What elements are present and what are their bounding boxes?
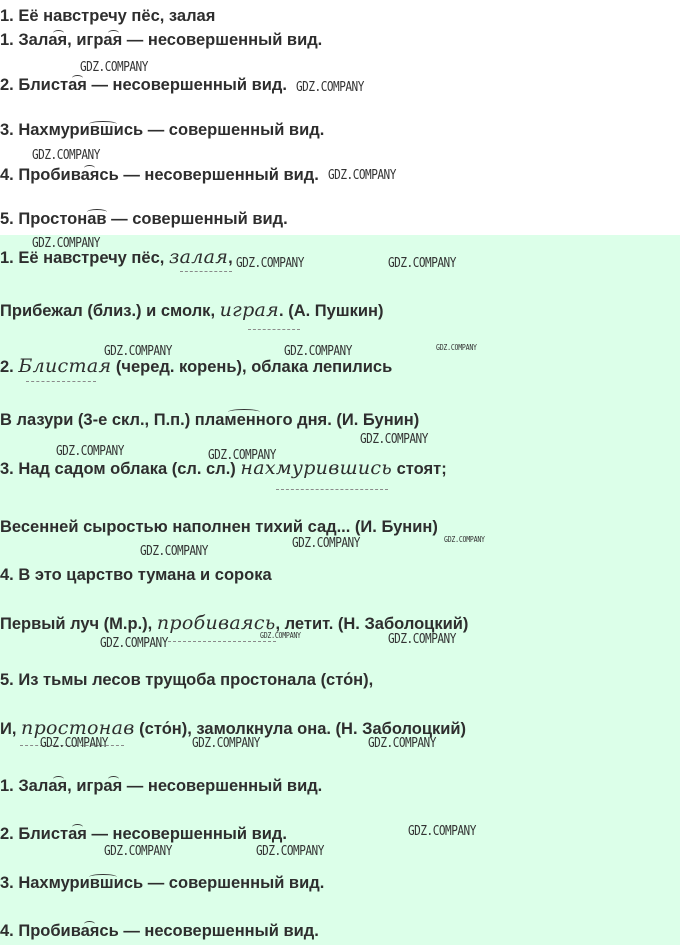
bottom-analysis-panel: 1. Её навстречу пёс, залая, Прибежал (бл… (0, 235, 680, 945)
watermark: GDZ.COMPANY (408, 823, 476, 839)
watermark: GDZ.COMPANY (444, 535, 485, 544)
watermark: GDZ.COMPANY (140, 543, 208, 559)
watermark: GDZ.COMPANY (56, 443, 124, 459)
watermark: GDZ.COMPANY (388, 631, 456, 647)
poem-line-4: В лазури (3-е скл., П.п.) пламенного дня… (0, 411, 420, 429)
top-answer-panel: 1. Её навстречу пёс, залая 1. Залая, игр… (0, 0, 680, 235)
gerund-word: пробиваясь (156, 612, 276, 634)
suffix-arc (84, 921, 95, 927)
poem-line-9: 5. Из тьмы лесов трущоба простонала (сто… (0, 671, 374, 689)
answer-line-5: 5. Простонав — совершенный вид. (0, 210, 288, 228)
watermark: GDZ.COMPANY (296, 79, 364, 95)
text-segment: , (228, 249, 233, 267)
text-segment: Прибежал (близ.) и смолк, (0, 302, 216, 320)
cropped-heading-line: 1. Её навстречу пёс, залая (0, 6, 215, 26)
answer-line-repeat-2: 2. Блистая — несовершенный вид. (0, 825, 287, 843)
answer-line-3: 3. Нахмурившись — совершенный вид. (0, 121, 325, 139)
watermark: GDZ.COMPANY (208, 447, 276, 463)
suffix-arc (228, 409, 260, 415)
underline-dash (276, 489, 388, 490)
watermark: GDZ.COMPANY (368, 735, 436, 751)
watermark: GDZ.COMPANY (104, 343, 172, 359)
underline-dash (168, 641, 276, 642)
watermark: GDZ.COMPANY (256, 843, 324, 859)
watermark: GDZ.COMPANY (236, 255, 304, 271)
text-segment: 3. Над садом облака (сл. сл.) (0, 460, 236, 478)
underline-dash (180, 271, 232, 272)
poem-line-3: 2. Блистая (черед. корень), облака лепил… (0, 356, 392, 377)
underline-dash (26, 381, 96, 382)
text-segment: . (А. Пушкин) (279, 302, 384, 320)
watermark: GDZ.COMPANY (360, 431, 428, 447)
suffix-arc (53, 776, 64, 782)
watermark: GDZ.COMPANY (100, 635, 168, 651)
suffix-arc (108, 776, 119, 782)
answer-line-repeat-4: 4. Пробиваясь — несовершенный вид. (0, 922, 319, 940)
watermark: GDZ.COMPANY (32, 147, 100, 163)
suffix-arc (108, 30, 119, 36)
cropped-heading-text: 1. Её навстречу пёс, залая (0, 7, 216, 25)
suffix-arc (89, 121, 117, 127)
watermark: GDZ.COMPANY (260, 631, 301, 640)
text-segment: стоят; (392, 460, 447, 478)
watermark: GDZ.COMPANY (80, 59, 148, 75)
suffix-arc (89, 874, 117, 880)
suffix-arc (84, 165, 95, 171)
text-segment: 1. Её навстречу пёс, (0, 249, 165, 267)
underline-dash (248, 329, 300, 330)
text-segment: Первый луч (М.р.), (0, 615, 153, 633)
text-segment: 2. (0, 358, 14, 376)
answer-line-2: 2. Блистая — несовершенный вид. (0, 76, 287, 94)
watermark: GDZ.COMPANY (284, 343, 352, 359)
watermark: GDZ.COMPANY (104, 843, 172, 859)
poem-line-2: Прибежал (близ.) и смолк, играя. (А. Пуш… (0, 300, 383, 321)
suffix-arc (72, 824, 83, 830)
gerund-word: Блистая (18, 355, 112, 377)
suffix-arc (87, 209, 107, 215)
text-segment: И, (0, 720, 17, 738)
poem-line-7: 4. В это царство тумана и сорока (0, 566, 272, 584)
watermark: GDZ.COMPANY (328, 167, 396, 183)
gerund-word: залая (168, 246, 229, 268)
watermark: GDZ.COMPANY (388, 255, 456, 271)
answer-line-repeat-1: 1. Залая, играя — несовершенный вид. (0, 777, 323, 795)
watermark: GDZ.COMPANY (40, 735, 108, 751)
watermark: GDZ.COMPANY (292, 535, 360, 551)
watermark: GDZ.COMPANY (32, 235, 100, 251)
gerund-word: играя (219, 299, 280, 321)
answer-line-4: 4. Пробиваясь — несовершенный вид. (0, 166, 319, 184)
suffix-arc (72, 75, 83, 81)
poem-line-6: Весенней сыростью наполнен тихий сад... … (0, 518, 438, 536)
answer-line-1: 1. Залая, играя — несовершенный вид. (0, 31, 323, 49)
answer-line-repeat-3: 3. Нахмурившись — совершенный вид. (0, 874, 325, 892)
watermark: GDZ.COMPANY (192, 735, 260, 751)
text-segment: (черед. корень), облака лепились (111, 358, 393, 376)
suffix-arc (53, 30, 64, 36)
watermark: GDZ.COMPANY (436, 343, 477, 352)
